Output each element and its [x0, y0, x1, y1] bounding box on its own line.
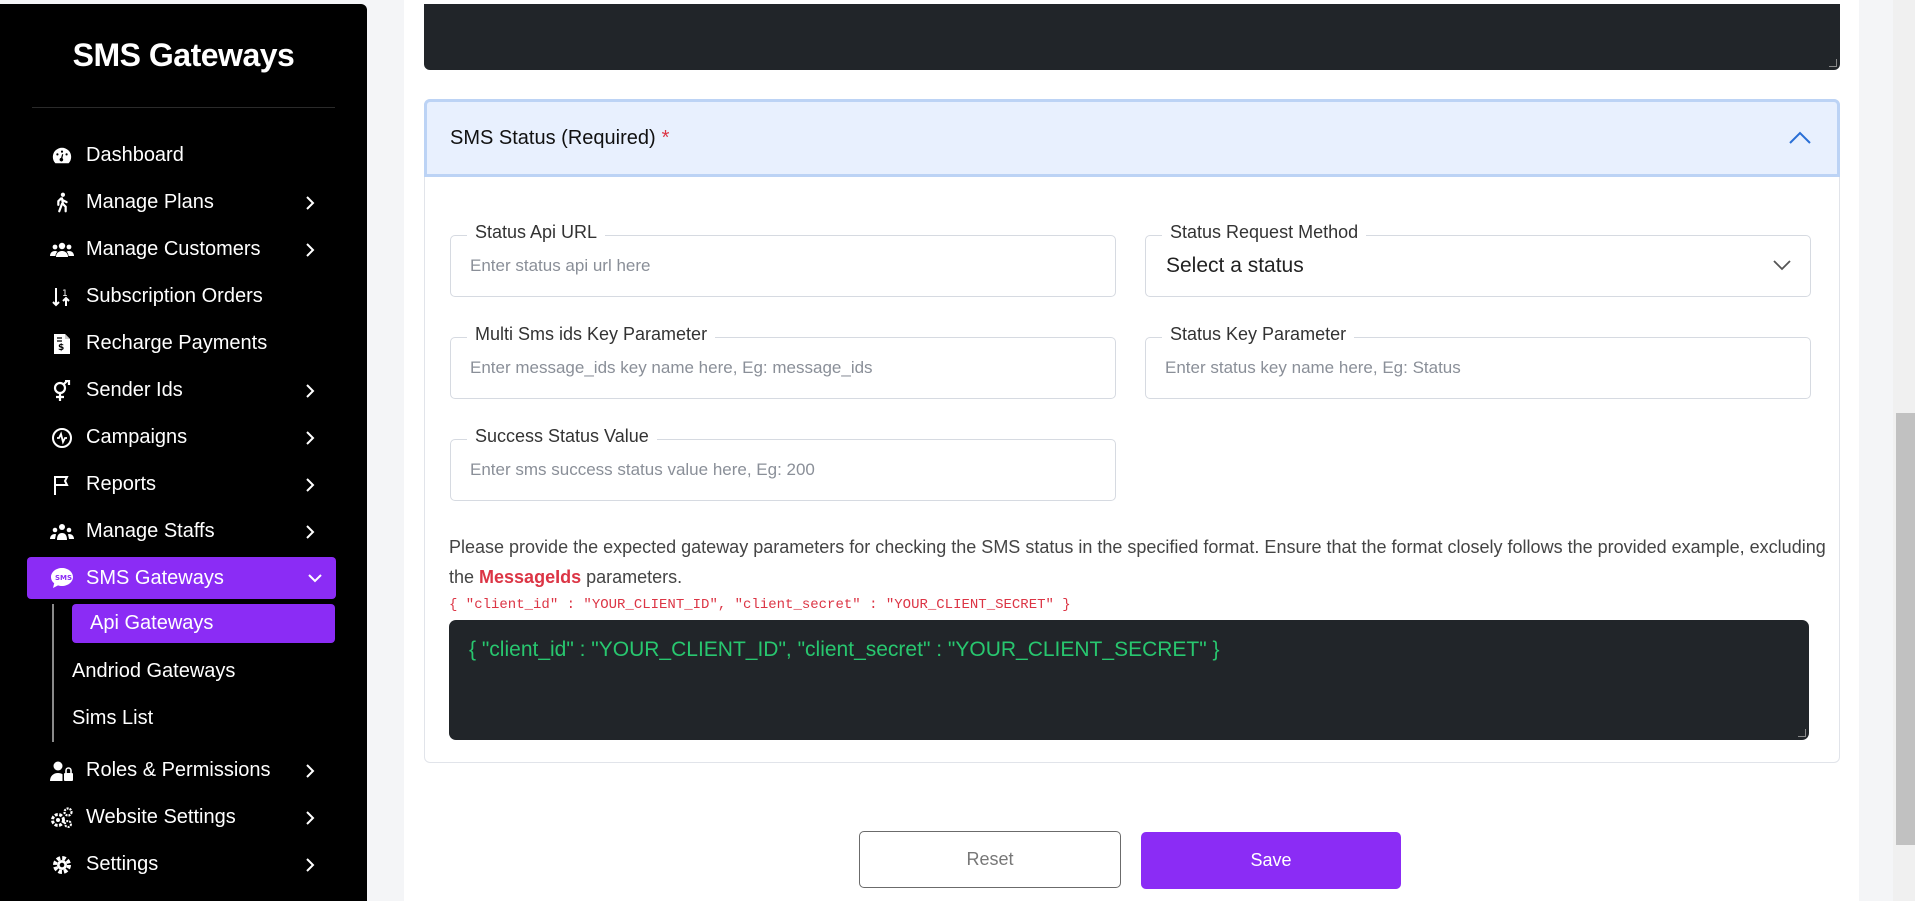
status-params-value: { "client_id" : "YOUR_CLIENT_ID", "clien…	[469, 638, 1220, 661]
chevron-right-icon	[303, 195, 317, 210]
chevron-right-icon	[303, 524, 317, 539]
walking-person-icon	[50, 191, 74, 215]
resize-handle-icon[interactable]	[1798, 729, 1806, 737]
field-label: Multi Sms ids Key Parameter	[467, 324, 716, 345]
field-label: Status Request Method	[1162, 222, 1367, 243]
field-label: Status Api URL	[467, 222, 606, 243]
accordion-header[interactable]: SMS Status (Required) *	[424, 99, 1840, 177]
sidebar-item-label: Campaigns	[86, 426, 188, 448]
chevron-right-icon	[303, 242, 317, 257]
staff-icon	[50, 520, 74, 544]
status-request-method-field[interactable]: Status Request Method Select a status	[1145, 222, 1811, 297]
code-editor-previous[interactable]	[424, 4, 1840, 70]
sidebar-subitem-api-gateways[interactable]: Api Gateways	[72, 604, 335, 643]
invoice-icon: $	[50, 332, 74, 356]
sidebar-item-recharge-payments[interactable]: $ Recharge Payments	[0, 320, 367, 367]
status-request-method-select[interactable]: Select a status	[1166, 254, 1304, 278]
sidebar-item-manage-customers[interactable]: Manage Customers	[0, 226, 367, 273]
chevron-down-icon	[308, 571, 322, 585]
svg-text:SMS: SMS	[55, 574, 72, 582]
sidebar: SMS Gateways Dashboard Manage Plans Mana…	[0, 4, 367, 901]
required-mark: *	[661, 126, 670, 149]
section-title: SMS Status (Required)	[450, 126, 656, 149]
brand-logo[interactable]: SMS Gateways	[32, 4, 335, 108]
sidebar-item-label: Settings	[86, 853, 159, 875]
sidebar-item-label: Roles & Permissions	[86, 759, 271, 781]
sidebar-item-reports[interactable]: Reports	[0, 461, 367, 508]
sms-icon: SMS	[50, 566, 74, 590]
chevron-right-icon	[303, 857, 317, 872]
sidebar-item-dashboard[interactable]: Dashboard	[0, 132, 367, 179]
status-api-url-field: Status Api URL	[450, 222, 1116, 297]
dashboard-icon	[50, 144, 74, 168]
format-example: { "client_id" : "YOUR_CLIENT_ID", "clien…	[449, 597, 1071, 613]
sidebar-subitem-sims-list[interactable]: Sims List	[54, 695, 367, 742]
chevron-right-icon	[303, 477, 317, 492]
user-lock-icon	[50, 759, 74, 783]
sidebar-item-label: Subscription Orders	[86, 285, 263, 307]
sidebar-item-label: SMS Gateways	[86, 566, 224, 589]
help-text: Please provide the expected gateway para…	[449, 532, 1829, 592]
sidebar-item-label: Manage Staffs	[86, 520, 215, 542]
sidebar-item-manage-staffs[interactable]: Manage Staffs	[0, 508, 367, 555]
resize-handle-icon[interactable]	[1829, 59, 1837, 67]
chevron-right-icon	[303, 383, 317, 398]
status-api-url-input[interactable]	[470, 256, 1096, 276]
sidebar-subitem-andriod-gateways[interactable]: Andriod Gateways	[54, 648, 367, 695]
multi-sms-ids-field: Multi Sms ids Key Parameter	[450, 324, 1116, 399]
sidebar-item-manage-plans[interactable]: Manage Plans	[0, 179, 367, 226]
field-label: Status Key Parameter	[1162, 324, 1355, 345]
sidebar-item-label: Dashboard	[86, 144, 184, 166]
sidebar-item-label: Manage Plans	[86, 191, 214, 213]
users-icon	[50, 238, 74, 262]
flag-icon	[50, 473, 74, 497]
status-params-editor[interactable]: { "client_id" : "YOUR_CLIENT_ID", "clien…	[449, 620, 1809, 740]
status-key-input[interactable]	[1165, 358, 1791, 378]
help-text-after: parameters.	[581, 567, 683, 587]
sort-icon: 1	[50, 285, 74, 309]
sidebar-item-label: Reports	[86, 473, 157, 495]
sidebar-item-subscription-orders[interactable]: 1 Subscription Orders	[0, 273, 367, 320]
sidebar-item-settings[interactable]: Settings	[0, 841, 367, 888]
gender-icon	[50, 379, 74, 403]
reset-button[interactable]: Reset	[859, 831, 1121, 888]
field-label: Success Status Value	[467, 426, 657, 447]
cogs-icon	[50, 806, 74, 830]
sidebar-item-campaigns[interactable]: Campaigns	[0, 414, 367, 461]
sidebar-item-label: Website Settings	[86, 806, 236, 828]
sidebar-item-label: Recharge Payments	[86, 332, 268, 354]
chevron-right-icon	[303, 430, 317, 445]
gear-icon	[50, 853, 74, 877]
chevron-right-icon	[303, 763, 317, 778]
chevron-down-icon[interactable]	[1772, 258, 1792, 274]
status-key-field: Status Key Parameter	[1145, 324, 1811, 399]
sms-gateways-submenu: Api Gateways Andriod Gateways Sims List	[52, 604, 367, 742]
sidebar-item-sms-gateways[interactable]: SMS SMS Gateways	[27, 557, 336, 599]
chevron-up-icon[interactable]	[1787, 128, 1813, 148]
success-status-input[interactable]	[470, 460, 1096, 480]
sidebar-item-website-settings[interactable]: Website Settings	[0, 794, 367, 841]
multi-sms-ids-input[interactable]	[470, 358, 1096, 378]
save-button[interactable]: Save	[1141, 832, 1401, 889]
campaign-icon	[50, 426, 74, 450]
sidebar-item-sender-ids[interactable]: Sender Ids	[0, 367, 367, 414]
chevron-right-icon	[303, 810, 317, 825]
help-highlight: MessageIds	[479, 567, 582, 587]
main-content: SMS Status (Required) * Status Api URL S…	[404, 0, 1859, 901]
success-status-field: Success Status Value	[450, 426, 1116, 501]
sidebar-item-roles-permissions[interactable]: Roles & Permissions	[0, 747, 367, 794]
sidebar-item-label: Manage Customers	[86, 238, 261, 260]
svg-text:$: $	[58, 343, 64, 353]
sidebar-item-label: Sender Ids	[86, 379, 183, 401]
sidebar-nav: Dashboard Manage Plans Manage Customers …	[0, 132, 367, 888]
scrollbar-thumb[interactable]	[1896, 413, 1915, 845]
